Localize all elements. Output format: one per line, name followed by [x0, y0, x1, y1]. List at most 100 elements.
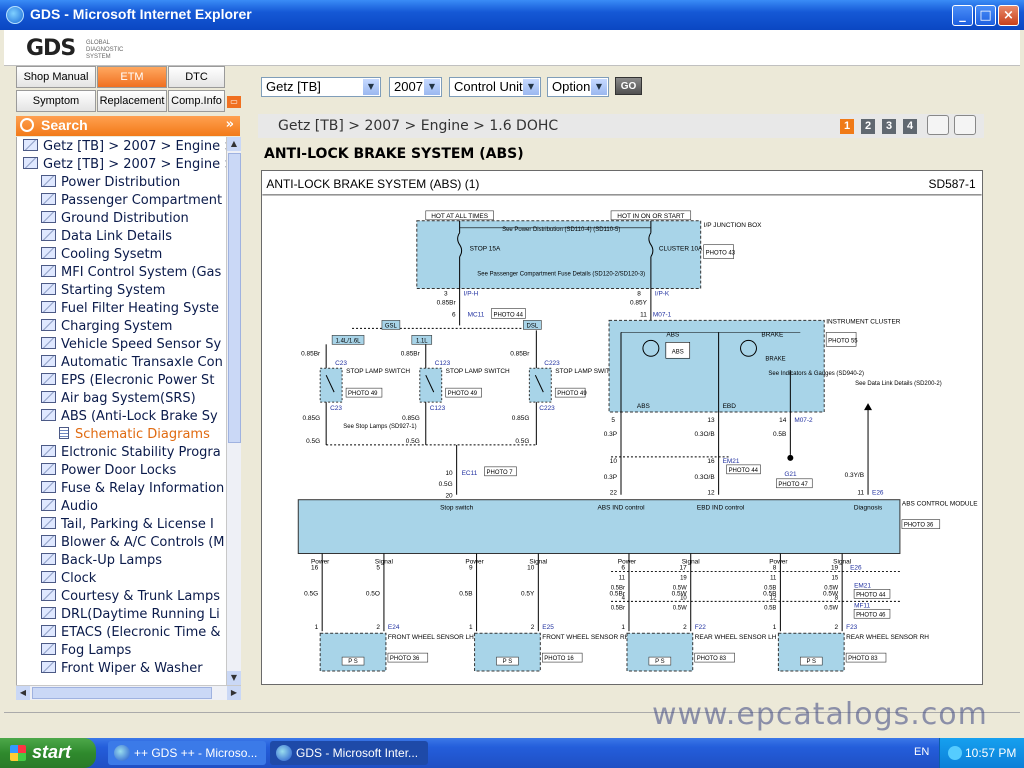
- tree-item[interactable]: DRL(Daytime Running Li: [41, 607, 220, 625]
- tree-item[interactable]: Getz [TB] > 2007 > Engine >: [23, 139, 226, 157]
- tree-item[interactable]: Elctronic Stability Progra: [41, 445, 221, 463]
- tree-item[interactable]: Fuel Filter Heating Syste: [41, 301, 219, 319]
- language-indicator[interactable]: EN: [914, 746, 929, 758]
- tree-item[interactable]: Data Link Details: [41, 229, 172, 247]
- tree-item[interactable]: Starting System: [41, 283, 165, 301]
- tree-item[interactable]: Power Door Locks: [41, 463, 176, 481]
- control-unit-select[interactable]: Control Unit ▼: [449, 77, 541, 97]
- tree-item[interactable]: Fuse & Relay Information: [41, 481, 224, 499]
- panel-close-icon[interactable]: ▭: [227, 96, 241, 108]
- book-icon: [41, 337, 56, 349]
- tree-item[interactable]: Vehicle Speed Sensor Sy: [41, 337, 221, 355]
- em21-connector: EM21: [723, 458, 740, 465]
- book-icon: [41, 553, 56, 565]
- gsl-label: GSL: [385, 323, 398, 329]
- schematic-diagram[interactable]: ANTI-LOCK BRAKE SYSTEM (ABS) (1) SD587-1…: [261, 170, 983, 685]
- tree-item[interactable]: Tail, Parking & License I: [41, 517, 214, 535]
- taskbar-item-gds[interactable]: ++ GDS ++ - Microso...: [108, 741, 266, 765]
- svg-text:0.3P: 0.3P: [604, 474, 617, 481]
- book-icon: [41, 391, 56, 403]
- window-title-bar[interactable]: GDS - Microsoft Internet Explorer _ □ ×: [0, 0, 1024, 30]
- tree-item[interactable]: EPS (Elecronic Power St: [41, 373, 214, 391]
- svg-text:9: 9: [469, 564, 473, 571]
- chevron-down-icon[interactable]: ▼: [591, 79, 607, 95]
- open-book-icon: [41, 409, 56, 421]
- model-select[interactable]: Getz [TB] ▼: [261, 77, 381, 97]
- go-button[interactable]: GO: [615, 77, 642, 95]
- search-bar[interactable]: Search »: [16, 116, 240, 136]
- tree-item[interactable]: Back-Up Lamps: [41, 553, 162, 571]
- page-1-button[interactable]: 1: [840, 119, 854, 134]
- tree-item[interactable]: Air bag System(SRS): [41, 391, 196, 409]
- tree-item[interactable]: Schematic Diagrams: [59, 427, 210, 445]
- tree-item[interactable]: Ground Distribution: [41, 211, 189, 229]
- tree-item[interactable]: Clock: [41, 571, 96, 589]
- tree-item[interactable]: Courtesy & Trunk Lamps: [41, 589, 220, 607]
- tab-comp-info[interactable]: Comp.Info: [168, 90, 225, 112]
- svg-text:0.5O: 0.5O: [366, 590, 380, 597]
- chevron-down-icon[interactable]: ▼: [523, 79, 539, 95]
- page-3-button[interactable]: 3: [882, 119, 896, 134]
- chevron-down-icon[interactable]: ▼: [424, 79, 440, 95]
- page-2-button[interactable]: 2: [861, 119, 875, 134]
- cluster-fuse-label: CLUSTER 10A: [659, 246, 703, 253]
- tree-item[interactable]: Passenger Compartment: [41, 193, 222, 211]
- tree-item[interactable]: Audio: [41, 499, 98, 517]
- option-select[interactable]: Option ▼: [547, 77, 609, 97]
- tree-item[interactable]: Blower & A/C Controls (M: [41, 535, 225, 553]
- breadcrumb-bar: Getz [TB] > 2007 > Engine > 1.6 DOHC 1 2…: [258, 114, 984, 138]
- tree-item[interactable]: Automatic Transaxle Con: [41, 355, 223, 373]
- search-icon: [20, 118, 34, 132]
- scroll-right-icon[interactable]: ▶: [227, 686, 241, 700]
- tree-item[interactable]: ETACS (Elecronic Time &: [41, 625, 221, 643]
- scroll-left-icon[interactable]: ◀: [16, 686, 30, 700]
- minimize-button[interactable]: _: [952, 5, 973, 26]
- tab-replacement[interactable]: Replacement: [97, 90, 167, 112]
- svg-text:0.5B: 0.5B: [459, 590, 472, 597]
- fit-window-icon[interactable]: [927, 115, 949, 135]
- svg-text:17: 17: [680, 564, 688, 571]
- svg-text:0.5Y: 0.5Y: [521, 590, 535, 597]
- ip-k-connector: I/P-K: [655, 291, 670, 298]
- tree-item[interactable]: Power Distribution: [41, 175, 180, 193]
- tree-item-label: Front Wiper & Washer: [61, 661, 203, 676]
- year-select[interactable]: 2007 ▼: [389, 77, 442, 97]
- tree-item[interactable]: Charging System: [41, 319, 172, 337]
- svg-text:0.5Br: 0.5Br: [611, 585, 625, 591]
- tab-symptom-guide[interactable]: Symptom Guide: [16, 90, 96, 127]
- book-icon: [41, 265, 56, 277]
- scroll-up-icon[interactable]: ▲: [227, 137, 241, 151]
- ground-g21-icon: [787, 454, 794, 461]
- svg-text:0.5G: 0.5G: [439, 481, 453, 488]
- tab-shop-manual[interactable]: Shop Manual: [16, 66, 96, 88]
- tree-item[interactable]: Fog Lamps: [41, 643, 131, 661]
- tree-item-label: Courtesy & Trunk Lamps: [61, 589, 220, 604]
- tree-horizontal-scrollbar[interactable]: ◀ ▶: [16, 685, 241, 700]
- maximize-button[interactable]: □: [975, 5, 996, 26]
- tab-dtc-guide[interactable]: DTC Guide: [168, 66, 225, 103]
- tray-icon[interactable]: [948, 746, 962, 760]
- chevron-down-icon[interactable]: ▼: [363, 79, 379, 95]
- tree-item-label: DRL(Daytime Running Li: [61, 607, 220, 622]
- tree-item-label: Getz [TB] > 2007 > Engine >: [43, 157, 226, 172]
- expand-arrows-icon[interactable]: »: [226, 117, 234, 132]
- scroll-down-icon[interactable]: ▼: [227, 671, 241, 685]
- tree-item[interactable]: ABS (Anti-Lock Brake Sy: [41, 409, 218, 427]
- tree-vertical-scrollbar[interactable]: ▲ ▼: [226, 137, 241, 685]
- print-icon[interactable]: [954, 115, 976, 135]
- start-button[interactable]: start: [0, 738, 96, 768]
- tree-item[interactable]: MFI Control System (Gas: [41, 265, 221, 283]
- scroll-thumb-horizontal[interactable]: [32, 687, 212, 699]
- close-button[interactable]: ×: [998, 5, 1019, 26]
- taskbar-item-gds-active[interactable]: GDS - Microsoft Inter...: [270, 741, 428, 765]
- page-4-button[interactable]: 4: [903, 119, 917, 134]
- breadcrumb: Getz [TB] > 2007 > Engine > 1.6 DOHC: [278, 118, 559, 134]
- tab-etm[interactable]: ETM: [97, 66, 167, 88]
- navigation-tree[interactable]: Getz [TB] > 2007 > Engine > Getz [TB] > 2…: [16, 137, 226, 685]
- tree-item[interactable]: Getz [TB] > 2007 > Engine >: [23, 157, 226, 175]
- svg-text:2: 2: [531, 624, 535, 631]
- tree-item[interactable]: Front Wiper & Washer: [41, 661, 203, 679]
- scroll-thumb[interactable]: [228, 153, 241, 443]
- tree-item[interactable]: Cooling Sysetm: [41, 247, 162, 265]
- document-icon: [59, 427, 69, 439]
